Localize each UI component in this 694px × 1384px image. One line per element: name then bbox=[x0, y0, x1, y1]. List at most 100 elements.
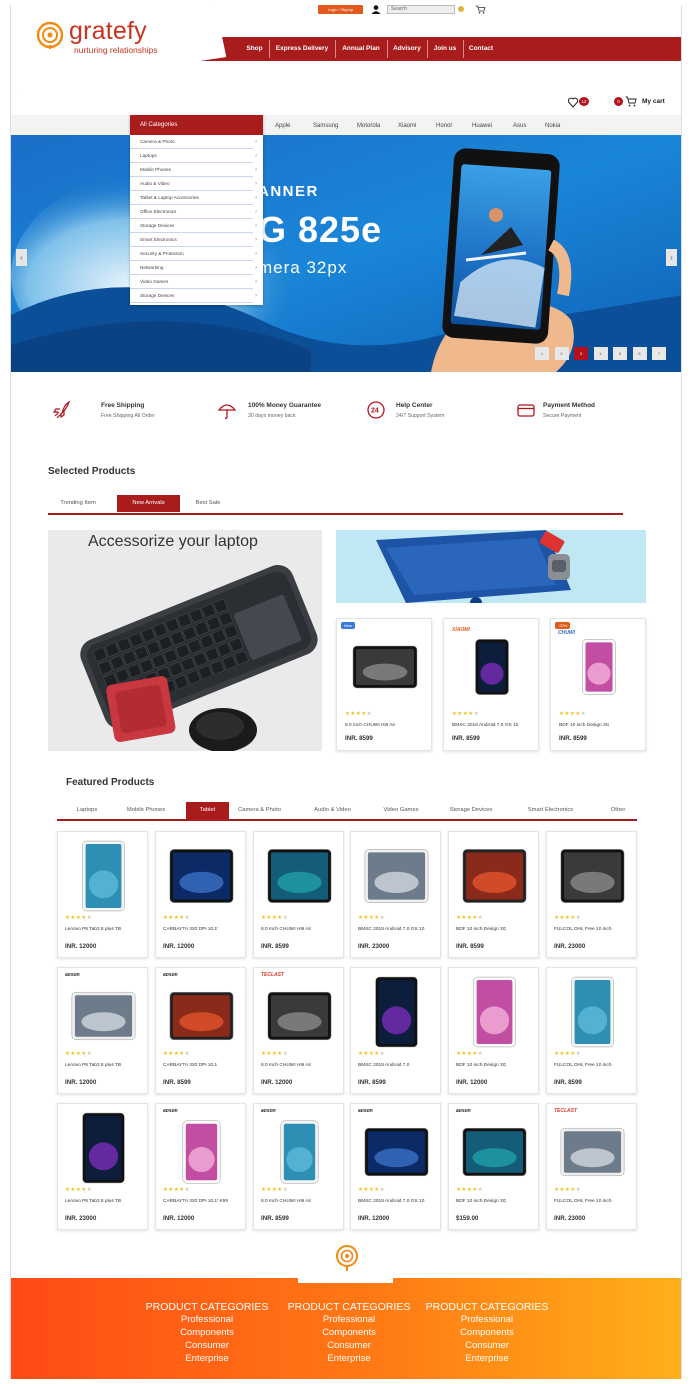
product-card[interactable]: ★★★★★ Lenovo P8 Tab3 8 plus TB INR. 23000 bbox=[57, 1103, 148, 1230]
category-item[interactable]: Networking › bbox=[130, 261, 257, 275]
product-name[interactable]: FULCOL DHL Free 10 inch bbox=[554, 1199, 634, 1205]
product-name[interactable]: 8.0 Inch CHUWI Hi8 Air bbox=[261, 1063, 341, 1069]
category-item[interactable]: Video Games › bbox=[130, 275, 257, 289]
product-card[interactable]: aoson ★★★★★ 8.0 Inch CHUWI Hi8 Air INR. 859… bbox=[253, 1103, 344, 1230]
product-card[interactable]: ★★★★★ BDF 10 inch Design 3G INR. 12000 bbox=[448, 967, 539, 1094]
footer-link-enterprise[interactable]: Enterprise bbox=[141, 1352, 273, 1365]
product-card[interactable]: ★★★★★ BMXC 2018 Android 7.0 OS 10 INR. 230… bbox=[350, 831, 441, 958]
brand-link-motorola[interactable]: Motorola bbox=[357, 123, 380, 129]
hero-dot[interactable]: 6 bbox=[632, 347, 647, 360]
product-name[interactable]: BDF 10 inch Design 3G bbox=[456, 927, 536, 933]
hero-dot[interactable]: 4 bbox=[593, 347, 608, 360]
category-item[interactable]: Tablet & Laptop Accessories › bbox=[130, 191, 257, 205]
category-item[interactable]: Storage Devices › bbox=[130, 219, 257, 233]
footer-link-components[interactable]: Components bbox=[141, 1326, 273, 1339]
tab-storage-devices[interactable]: Storage Devices bbox=[441, 802, 501, 819]
brand-link-honor[interactable]: Honor bbox=[436, 123, 452, 129]
cart-icon[interactable] bbox=[625, 96, 637, 107]
product-name[interactable]: 8.0 Inch CHUWI Hi8 Air bbox=[261, 927, 341, 933]
footer-link-enterprise[interactable]: Enterprise bbox=[421, 1352, 553, 1365]
hero-dot[interactable]: 2 bbox=[554, 347, 569, 360]
hero-dot[interactable]: 7 bbox=[652, 347, 666, 360]
product-card[interactable]: aoson ★★★★★ BDF 10 inch Design 3G $159.00 bbox=[448, 1103, 539, 1230]
product-name[interactable]: BDF 10 inch Design 3G bbox=[456, 1063, 536, 1069]
product-name[interactable]: FULCOL DHL Free 10 inch bbox=[554, 1063, 634, 1069]
search-input[interactable]: Search bbox=[387, 5, 455, 14]
category-item[interactable]: Office Electronics › bbox=[130, 205, 257, 219]
product-name[interactable]: CARBAYTA 320 DPI 10.1' bbox=[163, 927, 243, 933]
nav-advisory[interactable]: Advisory bbox=[389, 37, 425, 61]
product-name[interactable]: BMXC 2018 Android 7.0 OS 10 bbox=[358, 1199, 438, 1205]
footer-link-consumer[interactable]: Consumer bbox=[283, 1339, 415, 1352]
category-item[interactable]: Storage Devices › bbox=[130, 289, 257, 303]
product-name[interactable]: CARBAYTA 320 DPI 10.1 bbox=[163, 1063, 243, 1069]
cart-icon[interactable] bbox=[475, 5, 486, 14]
product-card[interactable]: aoson ★★★★★ CARBAYTA 320 DPI 10.1' K99 INR.… bbox=[155, 1103, 246, 1230]
logo-area[interactable]: gratefy nurturing relationships bbox=[11, 5, 226, 89]
footer-link-enterprise[interactable]: Enterprise bbox=[283, 1352, 415, 1365]
footer-link-components[interactable]: Components bbox=[283, 1326, 415, 1339]
product-name[interactable]: FULCOL DHL Free 10 inch bbox=[554, 927, 634, 933]
category-item[interactable]: Smart Electronics › bbox=[130, 233, 257, 247]
product-card[interactable]: TECLAST ★★★★★ 8.0 Inch CHUWI Hi8 Air INR. 1… bbox=[253, 967, 344, 1094]
brand-link-apple[interactable]: Apple bbox=[275, 123, 290, 129]
tab-new-arrivals[interactable]: New Arrivals bbox=[117, 495, 180, 512]
product-name[interactable]: BMXC 2018 Android 7.0 bbox=[358, 1063, 438, 1069]
nav-annual-plan[interactable]: Annual Plan bbox=[337, 37, 385, 61]
tab-tablet[interactable]: Tablet bbox=[186, 802, 229, 819]
hero-dot[interactable]: 5 bbox=[613, 347, 627, 360]
product-name[interactable]: Lenovo P8 Tab3 8 plus TB bbox=[65, 1199, 145, 1205]
hero-next-arrow[interactable]: › bbox=[666, 249, 677, 266]
product-card[interactable]: ★★★★★ 8.0 Inch CHUWI Hi8 Air INR. 8599 bbox=[253, 831, 344, 958]
product-name[interactable]: 8.0 Inch CHUWI Hi8 Air bbox=[261, 1199, 341, 1205]
promo-accessorize-banner[interactable]: Accessorize your laptop bbox=[48, 530, 322, 751]
footer-link-professional[interactable]: Professional bbox=[141, 1313, 273, 1326]
tab-laptops[interactable]: Laptops bbox=[63, 802, 111, 819]
category-item[interactable]: Mobile Phones › bbox=[130, 163, 257, 177]
tab-other[interactable]: Other bbox=[603, 802, 633, 819]
product-name[interactable]: BDF 10 inch Design 3G bbox=[559, 723, 641, 729]
category-item[interactable]: Laptops › bbox=[130, 149, 257, 163]
category-item[interactable]: Security & Protection › bbox=[130, 247, 257, 261]
brand-link-xiaomi[interactable]: Xiaomi bbox=[398, 123, 416, 129]
nav-shop[interactable]: Shop bbox=[241, 37, 268, 61]
hero-dot[interactable]: 1 bbox=[535, 347, 549, 360]
brand-link-huawei[interactable]: Huawei bbox=[472, 123, 492, 129]
category-item[interactable]: Camera & Photo › bbox=[130, 135, 257, 149]
product-card[interactable]: ★★★★★ BDF 10 inch Design 3G INR. 8599 bbox=[448, 831, 539, 958]
nav-express-delivery[interactable]: Express Delivery bbox=[271, 37, 333, 61]
product-name[interactable]: Lenovo P8 Tab3 8 plus TB bbox=[65, 927, 145, 933]
product-card[interactable]: TECLAST ★★★★★ FULCOL DHL Free 10 inch INR. … bbox=[546, 1103, 637, 1230]
footer-link-consumer[interactable]: Consumer bbox=[141, 1339, 273, 1352]
product-card[interactable]: ★★★★★ Lenovo P8 Tab3 8 plus TB INR. 12000 bbox=[57, 831, 148, 958]
login-signup-button[interactable]: Login / Signup bbox=[318, 5, 363, 14]
product-card[interactable]: ★★★★★ BMXC 2018 Android 7.0 INR. 8599 bbox=[350, 967, 441, 1094]
hero-dot[interactable]: 3 bbox=[574, 347, 588, 360]
all-categories-heading[interactable]: All Categories bbox=[130, 115, 263, 135]
brand-link-asus[interactable]: Asus bbox=[513, 123, 526, 129]
user-icon[interactable] bbox=[371, 5, 381, 14]
product-name[interactable]: BMXC 2018 Android 7.0 OS 10 bbox=[358, 927, 438, 933]
product-name[interactable]: BMXC 2018 Android 7.0 OS 10 bbox=[452, 723, 534, 729]
footer-link-professional[interactable]: Professional bbox=[421, 1313, 553, 1326]
tab-camera-photo[interactable]: Camera & Photo bbox=[232, 802, 287, 819]
product-name[interactable]: BDF 10 inch Design 3G bbox=[456, 1199, 536, 1205]
nav-contact[interactable]: Contact bbox=[465, 37, 497, 61]
footer-link-components[interactable]: Components bbox=[421, 1326, 553, 1339]
product-card[interactable]: aoson ★★★★★ CARBAYTA 320 DPI 10.1 INR. 8599 bbox=[155, 967, 246, 1094]
tab-mobile-phones[interactable]: Mobile Phones bbox=[119, 802, 173, 819]
tab-best-sale[interactable]: Best Sale bbox=[183, 495, 233, 512]
product-card[interactable]: aoson ★★★★★ BMXC 2018 Android 7.0 OS 10 INR… bbox=[350, 1103, 441, 1230]
product-card[interactable]: -20% CHUWI ★★★★★ BDF 10 inch Design 3G INR. … bbox=[550, 618, 646, 751]
promo-accessories-banner[interactable] bbox=[336, 530, 646, 603]
product-name[interactable]: 8.0 Inch CHUWI Hi8 Air bbox=[345, 723, 427, 729]
product-card[interactable]: aoson ★★★★★ Lenovo P8 Tab3 8 plus TB INR. 1… bbox=[57, 967, 148, 1094]
category-item[interactable]: Audio & Video › bbox=[130, 177, 257, 191]
tab-smart-electronics[interactable]: Smart Electronics bbox=[519, 802, 582, 819]
brand-link-nokia[interactable]: Nokia bbox=[545, 123, 560, 129]
product-name[interactable]: Lenovo P8 Tab3 8 plus TB bbox=[65, 1063, 145, 1069]
my-cart-link[interactable]: My cart bbox=[642, 98, 665, 105]
tab-audio-video[interactable]: Audio & Video bbox=[307, 802, 358, 819]
search-button[interactable] bbox=[458, 6, 464, 12]
product-card[interactable]: New ★★★★★ 8.0 Inch CHUWI Hi8 Air INR. 8599 bbox=[336, 618, 432, 751]
